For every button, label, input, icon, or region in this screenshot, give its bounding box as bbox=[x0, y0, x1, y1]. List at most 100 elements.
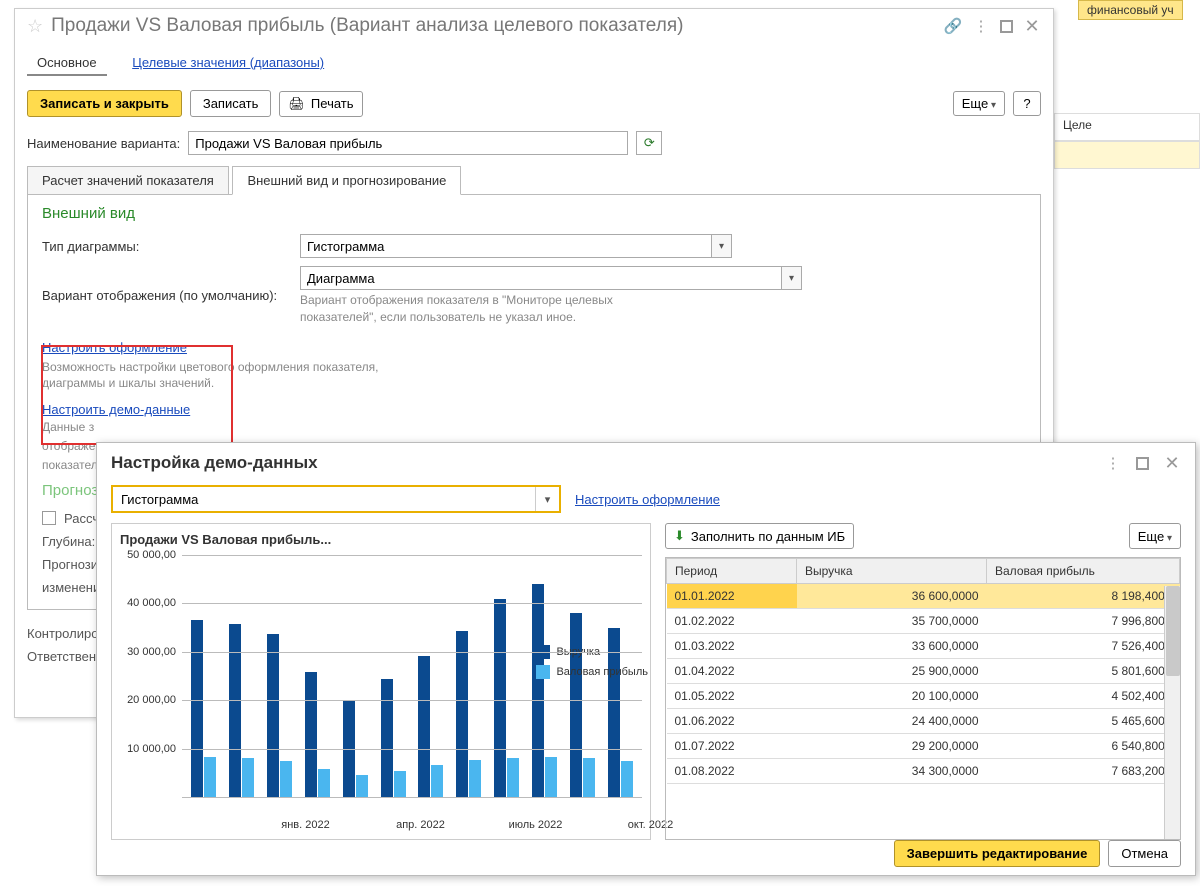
display-variant-input[interactable] bbox=[301, 267, 781, 289]
cell-period: 01.06.2022 bbox=[667, 709, 797, 734]
cell-period: 01.07.2022 bbox=[667, 734, 797, 759]
cell-period: 01.04.2022 bbox=[667, 659, 797, 684]
more-vertical-icon[interactable]: ⋮ bbox=[1104, 454, 1122, 472]
variant-name-input[interactable] bbox=[188, 131, 628, 155]
y-tick: 20 000,00 bbox=[127, 694, 176, 706]
demo-chart-type-combo[interactable]: ▾ bbox=[111, 485, 561, 513]
table-more-button[interactable]: Еще bbox=[1129, 523, 1181, 549]
maximize-icon[interactable] bbox=[1000, 20, 1013, 33]
table-row[interactable]: 01.03.202233 600,00007 526,4000 bbox=[667, 634, 1180, 659]
maximize-icon[interactable] bbox=[1136, 457, 1149, 470]
write-close-button[interactable]: Записать и закрыть bbox=[27, 90, 182, 117]
chart-type-label: Тип диаграммы: bbox=[42, 239, 292, 254]
bar-group bbox=[262, 634, 298, 797]
cell-gross-profit: 5 465,6000 bbox=[987, 709, 1180, 734]
bar-gross-profit bbox=[621, 761, 633, 797]
cell-revenue: 24 400,0000 bbox=[797, 709, 987, 734]
bar-revenue bbox=[229, 624, 241, 797]
display-variant-label: Вариант отображения (по умолчанию): bbox=[42, 288, 292, 303]
bar-group bbox=[564, 613, 600, 797]
finish-editing-button[interactable]: Завершить редактирование bbox=[894, 840, 1101, 867]
cancel-button[interactable]: Отмена bbox=[1108, 840, 1181, 867]
chart-x-axis: янв. 2022апр. 2022июль 2022окт. 2022 bbox=[248, 819, 708, 831]
chevron-down-icon[interactable]: ▾ bbox=[711, 235, 731, 257]
more-vertical-icon[interactable]: ⋮ bbox=[972, 17, 990, 35]
nav-tab-main[interactable]: Основное bbox=[27, 49, 107, 76]
close-icon[interactable]: ✕ bbox=[1023, 17, 1041, 35]
table-row[interactable]: 01.02.202235 700,00007 996,8000 bbox=[667, 609, 1180, 634]
chevron-down-icon[interactable]: ▾ bbox=[535, 487, 559, 511]
bar-revenue bbox=[494, 599, 506, 797]
calc-checkbox-label: Рассч bbox=[64, 511, 99, 526]
chart-type-input[interactable] bbox=[301, 235, 711, 257]
nav-tab-ranges[interactable]: Целевые значения (диапазоны) bbox=[122, 49, 334, 74]
configure-style-link[interactable]: Настроить оформление bbox=[42, 340, 187, 355]
col-period[interactable]: Период bbox=[667, 559, 797, 584]
table-row[interactable]: 01.06.202224 400,00005 465,6000 bbox=[667, 709, 1180, 734]
bar-revenue bbox=[305, 672, 317, 797]
refresh-icon[interactable]: ⟳ bbox=[636, 131, 662, 155]
table-row[interactable]: 01.05.202220 100,00004 502,4000 bbox=[667, 684, 1180, 709]
demo-chart-type-input[interactable] bbox=[113, 487, 535, 511]
bar-revenue bbox=[191, 620, 203, 797]
bar-gross-profit bbox=[280, 761, 292, 797]
cell-gross-profit: 7 526,4000 bbox=[987, 634, 1180, 659]
cell-gross-profit: 7 683,2000 bbox=[987, 759, 1180, 784]
variant-name-label: Наименование варианта: bbox=[27, 136, 180, 151]
cell-gross-profit: 5 801,6000 bbox=[987, 659, 1180, 684]
bar-group bbox=[526, 584, 562, 797]
col-revenue[interactable]: Выручка bbox=[797, 559, 987, 584]
demo-configure-style-link[interactable]: Настроить оформление bbox=[575, 492, 720, 507]
chevron-down-icon[interactable]: ▾ bbox=[781, 267, 801, 289]
scrollbar-thumb[interactable] bbox=[1166, 586, 1180, 676]
col-gross-profit[interactable]: Валовая прибыль bbox=[987, 559, 1180, 584]
x-tick: июль 2022 bbox=[478, 819, 593, 831]
style-help-text: Возможность настройки цветового оформлен… bbox=[42, 359, 442, 393]
bar-gross-profit bbox=[242, 758, 254, 797]
bar-group bbox=[375, 679, 411, 797]
bar-revenue bbox=[267, 634, 279, 797]
close-icon[interactable]: ✕ bbox=[1163, 454, 1181, 472]
data-table: Период Выручка Валовая прибыль 01.01.202… bbox=[666, 558, 1180, 784]
table-scrollbar[interactable] bbox=[1164, 586, 1180, 839]
cell-gross-profit: 8 198,4000 bbox=[987, 584, 1180, 609]
cell-revenue: 35 700,0000 bbox=[797, 609, 987, 634]
favorite-star-icon[interactable]: ☆ bbox=[27, 16, 43, 37]
configure-demo-link[interactable]: Настроить демо-данные bbox=[42, 402, 190, 417]
fill-from-db-button[interactable]: ⬇ Заполнить по данным ИБ bbox=[665, 523, 854, 549]
table-row[interactable]: 01.08.202234 300,00007 683,2000 bbox=[667, 759, 1180, 784]
cell-gross-profit: 4 502,4000 bbox=[987, 684, 1180, 709]
display-variant-combo[interactable]: ▾ bbox=[300, 266, 802, 290]
table-row[interactable]: 01.07.202229 200,00006 540,8000 bbox=[667, 734, 1180, 759]
print-button[interactable]: 🖨 Печать bbox=[279, 91, 362, 117]
table-row[interactable]: 01.01.202236 600,00008 198,4000 bbox=[667, 584, 1180, 609]
bg-column-header: Целе bbox=[1054, 113, 1200, 141]
help-button[interactable]: ? bbox=[1013, 91, 1041, 116]
bar-revenue bbox=[381, 679, 393, 797]
fill-button-label: Заполнить по данным ИБ bbox=[691, 529, 845, 544]
write-button[interactable]: Записать bbox=[190, 90, 272, 117]
calc-checkbox[interactable] bbox=[42, 511, 56, 525]
print-label: Печать bbox=[311, 96, 354, 111]
bar-group bbox=[186, 620, 222, 797]
bar-gross-profit bbox=[394, 771, 406, 797]
more-button[interactable]: Еще bbox=[953, 91, 1005, 116]
bar-group bbox=[489, 599, 525, 797]
chart-type-combo[interactable]: ▾ bbox=[300, 234, 732, 258]
chart-y-axis: 50 000,0040 000,0030 000,0020 000,0010 0… bbox=[120, 555, 182, 815]
link-icon[interactable]: 🔗 bbox=[944, 17, 962, 35]
bar-revenue bbox=[456, 631, 468, 797]
bar-group bbox=[451, 631, 487, 797]
table-panel: ⬇ Заполнить по данным ИБ Еще Период Выру… bbox=[665, 523, 1181, 840]
table-row[interactable]: 01.04.202225 900,00005 801,6000 bbox=[667, 659, 1180, 684]
bg-cell bbox=[1054, 141, 1200, 169]
subtab-view[interactable]: Внешний вид и прогнозирование bbox=[232, 166, 461, 195]
download-icon: ⬇ bbox=[674, 528, 685, 544]
cell-period: 01.01.2022 bbox=[667, 584, 797, 609]
subtab-calc[interactable]: Расчет значений показателя bbox=[27, 166, 229, 194]
bar-group bbox=[413, 656, 449, 797]
cell-revenue: 36 600,0000 bbox=[797, 584, 987, 609]
x-tick: апр. 2022 bbox=[363, 819, 478, 831]
y-tick: 30 000,00 bbox=[127, 646, 176, 658]
bar-group bbox=[224, 624, 260, 797]
